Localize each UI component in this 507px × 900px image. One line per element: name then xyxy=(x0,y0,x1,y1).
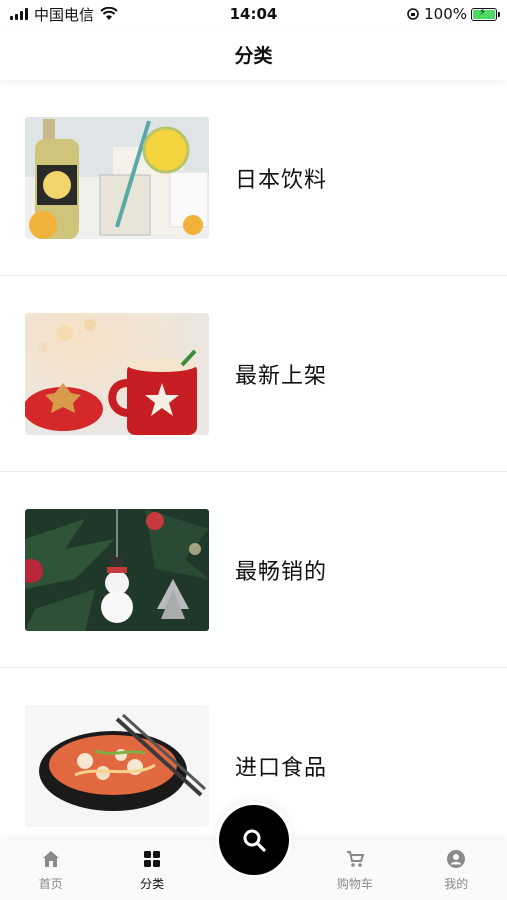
tab-home[interactable]: 首页 xyxy=(0,840,101,900)
status-right: 100% ⚡ xyxy=(406,5,500,23)
category-label: 最畅销的 xyxy=(235,559,328,585)
cart-icon xyxy=(346,850,365,867)
status-left: 中国电信 xyxy=(10,4,118,25)
tab-cart[interactable]: 购物车 xyxy=(304,840,405,900)
page-title: 分类 xyxy=(234,44,273,67)
christmas-mug-image xyxy=(25,312,209,435)
search-fab-wrapper xyxy=(216,802,292,878)
category-item-japanese-drinks[interactable]: 日本饮料 xyxy=(0,80,507,276)
nav-bar: 分类 xyxy=(0,28,507,80)
japanese-drinks-image xyxy=(25,116,209,239)
user-icon xyxy=(447,849,466,868)
carrier-label: 中国电信 xyxy=(34,5,95,24)
tab-label: 分类 xyxy=(140,876,165,891)
category-item-best-sellers[interactable]: 最畅销的 xyxy=(0,472,507,668)
rotation-lock-icon xyxy=(407,8,419,20)
search-button[interactable] xyxy=(219,805,289,875)
category-label: 日本饮料 xyxy=(235,167,328,193)
category-list: 日本饮料 最新上架 最畅销的 进口食品 xyxy=(0,80,507,864)
tab-label: 首页 xyxy=(38,876,63,891)
grid-icon xyxy=(144,850,161,867)
category-label: 进口食品 xyxy=(235,755,328,781)
category-item-new-arrivals[interactable]: 最新上架 xyxy=(0,276,507,472)
battery-icon: ⚡ xyxy=(471,7,500,21)
signal-icon xyxy=(10,8,28,20)
category-label: 最新上架 xyxy=(235,363,328,389)
tab-label: 我的 xyxy=(444,876,469,891)
tab-category[interactable]: 分类 xyxy=(101,840,202,900)
search-icon xyxy=(243,829,266,852)
tab-mine[interactable]: 我的 xyxy=(406,840,507,900)
home-icon xyxy=(42,850,59,867)
wifi-icon xyxy=(100,7,118,20)
christmas-tree-ornaments-image xyxy=(25,508,209,631)
noodle-soup-bowl-image xyxy=(25,704,209,827)
battery-percent: 100% xyxy=(424,5,467,23)
tab-label: 购物车 xyxy=(336,876,373,891)
status-bar: 中国电信 14:04 100% ⚡ xyxy=(0,0,507,28)
